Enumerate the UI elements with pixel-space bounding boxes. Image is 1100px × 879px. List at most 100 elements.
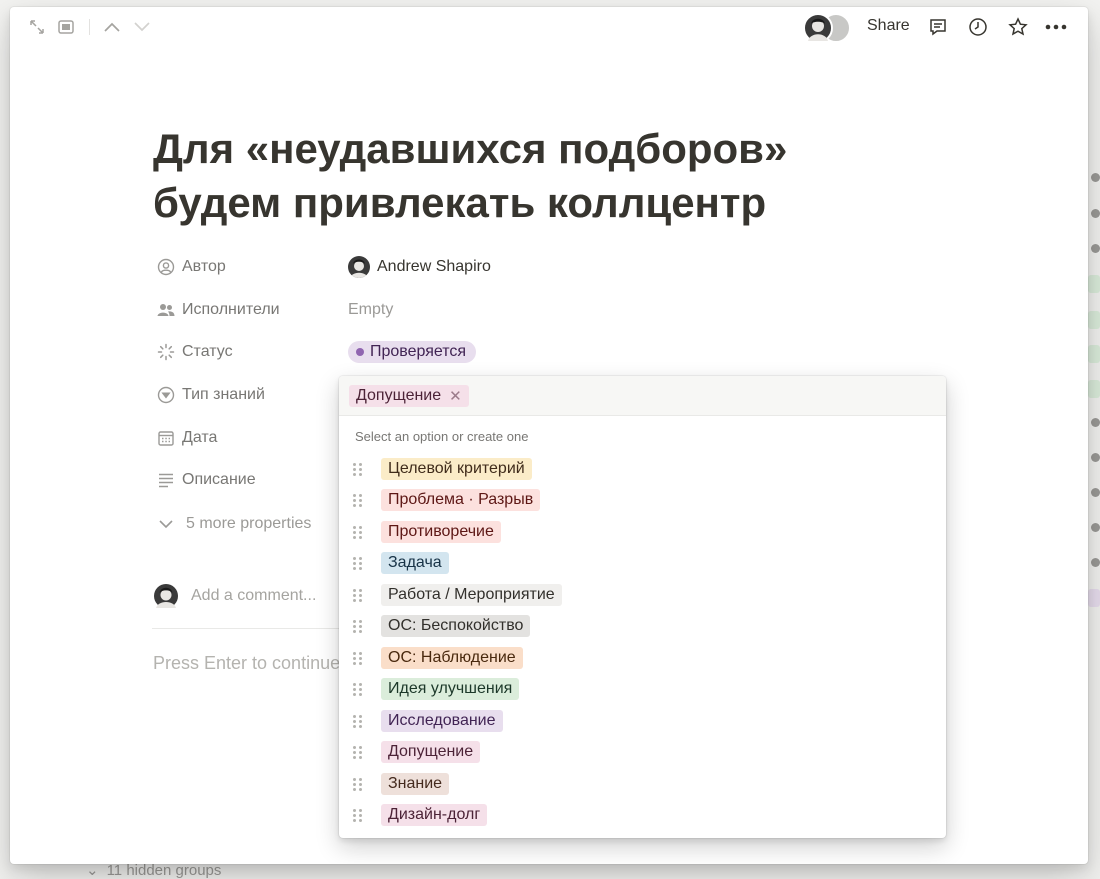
comment-icon[interactable] bbox=[927, 16, 949, 38]
remove-icon[interactable]: ✕ bbox=[449, 387, 462, 405]
property-knowledge-type[interactable]: Тип знаний bbox=[156, 381, 346, 409]
drag-handle-icon[interactable] bbox=[353, 619, 363, 633]
comment-input[interactable]: Add a comment... bbox=[154, 581, 344, 611]
topbar-divider bbox=[89, 19, 90, 35]
property-author[interactable]: Автор bbox=[156, 253, 346, 281]
drag-handle-icon[interactable] bbox=[353, 651, 363, 665]
property-status[interactable]: Статус bbox=[156, 338, 346, 366]
property-label: Исполнители bbox=[182, 301, 280, 318]
page-title[interactable]: Для «неудавшихся подборов» будем привлек… bbox=[153, 122, 913, 230]
bg-tag bbox=[1088, 311, 1100, 329]
assignees-value[interactable]: Empty bbox=[348, 296, 393, 324]
author-value[interactable]: Andrew Shapiro bbox=[348, 253, 491, 281]
property-assignees[interactable]: Исполнители bbox=[156, 296, 346, 324]
bg-tag bbox=[1088, 589, 1100, 607]
chevron-down-icon[interactable] bbox=[131, 16, 153, 38]
bg-status-dot bbox=[1091, 523, 1100, 532]
star-icon[interactable] bbox=[1007, 16, 1029, 38]
option-tag: Дизайн-долг bbox=[381, 804, 488, 826]
drag-handle-icon[interactable] bbox=[353, 745, 363, 759]
option-item[interactable]: Проблема · Разрыв bbox=[353, 487, 541, 513]
select-icon bbox=[156, 385, 176, 405]
chip-label: Допущение bbox=[356, 387, 442, 404]
drag-handle-icon[interactable] bbox=[353, 462, 363, 476]
option-tag: Допущение bbox=[381, 741, 481, 763]
option-tag: Целевой критерий bbox=[381, 458, 532, 480]
property-label: Описание bbox=[182, 471, 256, 488]
bg-tag bbox=[1088, 275, 1100, 293]
option-item[interactable]: Задача bbox=[353, 550, 449, 576]
divider bbox=[152, 628, 352, 629]
status-label: Проверяется bbox=[370, 343, 467, 360]
avatar bbox=[348, 256, 370, 278]
option-tag: Работа / Мероприятие bbox=[381, 584, 562, 606]
option-tag: ОС: Наблюдение bbox=[381, 647, 523, 669]
comment-placeholder: Add a comment... bbox=[191, 587, 317, 604]
bg-status-dot bbox=[1091, 488, 1100, 497]
calendar-icon bbox=[156, 428, 176, 448]
bg-status-dot bbox=[1091, 418, 1100, 427]
drag-handle-icon[interactable] bbox=[353, 808, 363, 822]
bg-status-dot bbox=[1091, 558, 1100, 567]
option-item[interactable]: ОС: Беспокойство bbox=[353, 613, 531, 639]
option-item[interactable]: Дизайн-долг bbox=[353, 802, 488, 828]
hidden-groups-label: 11 hidden groups bbox=[106, 862, 222, 879]
status-value[interactable]: Проверяется bbox=[348, 338, 477, 366]
bg-status-dot bbox=[1091, 453, 1100, 462]
select-search-input[interactable]: Допущение ✕ bbox=[339, 376, 946, 416]
option-item[interactable]: ОС: Наблюдение bbox=[353, 645, 523, 671]
drag-handle-icon[interactable] bbox=[353, 714, 363, 728]
more-properties-toggle[interactable]: 5 more properties bbox=[158, 513, 311, 535]
drag-handle-icon[interactable] bbox=[353, 588, 363, 602]
more-properties-label: 5 more properties bbox=[186, 515, 312, 532]
property-description[interactable]: Описание bbox=[156, 466, 346, 494]
clock-icon[interactable] bbox=[967, 16, 989, 38]
selected-option-chip: Допущение ✕ bbox=[349, 385, 469, 407]
option-tag: Исследование bbox=[381, 710, 503, 732]
drag-handle-icon[interactable] bbox=[353, 777, 363, 791]
property-label: Статус bbox=[182, 343, 233, 360]
bg-status-dot bbox=[1091, 173, 1100, 182]
option-item[interactable]: Работа / Мероприятие bbox=[353, 582, 562, 608]
drag-handle-icon[interactable] bbox=[353, 556, 363, 570]
page-peek-modal: Share Для «неудавшихся подборов» будем п… bbox=[10, 7, 1088, 864]
option-item[interactable]: Целевой критерий bbox=[353, 456, 532, 482]
chevron-up-icon[interactable] bbox=[101, 16, 123, 38]
status-spinner-icon bbox=[156, 342, 176, 362]
dropdown-hint: Select an option or create one bbox=[355, 429, 529, 444]
bg-tag bbox=[1088, 380, 1100, 398]
property-label: Дата bbox=[182, 429, 218, 446]
property-label: Автор bbox=[182, 258, 226, 275]
option-tag: Противоречие bbox=[381, 521, 501, 543]
avatar bbox=[803, 13, 833, 43]
chevron-down-icon bbox=[158, 519, 176, 529]
option-tag: Идея улучшения bbox=[381, 678, 520, 700]
author-name: Andrew Shapiro bbox=[377, 258, 491, 275]
property-date[interactable]: Дата bbox=[156, 424, 346, 452]
bg-status-dot bbox=[1091, 209, 1100, 218]
collaborator-avatars[interactable] bbox=[803, 13, 851, 43]
text-lines-icon bbox=[156, 470, 176, 490]
status-badge: Проверяется bbox=[348, 341, 477, 363]
option-item[interactable]: Допущение bbox=[353, 739, 481, 765]
drag-handle-icon[interactable] bbox=[353, 525, 363, 539]
avatar bbox=[154, 584, 178, 608]
bg-status-dot bbox=[1091, 244, 1100, 253]
person-circle-icon bbox=[156, 257, 176, 277]
modal-topbar: Share bbox=[10, 7, 1088, 47]
peek-mode-icon[interactable] bbox=[55, 16, 77, 38]
option-item[interactable]: Исследование bbox=[353, 708, 503, 734]
option-item[interactable]: Противоречие bbox=[353, 519, 501, 545]
more-horizontal-icon[interactable] bbox=[1045, 16, 1067, 38]
drag-handle-icon[interactable] bbox=[353, 493, 363, 507]
people-icon bbox=[156, 300, 176, 320]
option-tag: Задача bbox=[381, 552, 449, 574]
drag-handle-icon[interactable] bbox=[353, 682, 363, 696]
body-placeholder[interactable]: Press Enter to continue bbox=[153, 653, 340, 674]
option-tag: Проблема · Разрыв bbox=[381, 489, 541, 511]
option-item[interactable]: Знание bbox=[353, 771, 450, 797]
expand-icon[interactable] bbox=[26, 16, 48, 38]
option-item[interactable]: Идея улучшения bbox=[353, 676, 520, 702]
status-dot bbox=[356, 348, 364, 356]
share-button[interactable]: Share bbox=[867, 17, 910, 35]
